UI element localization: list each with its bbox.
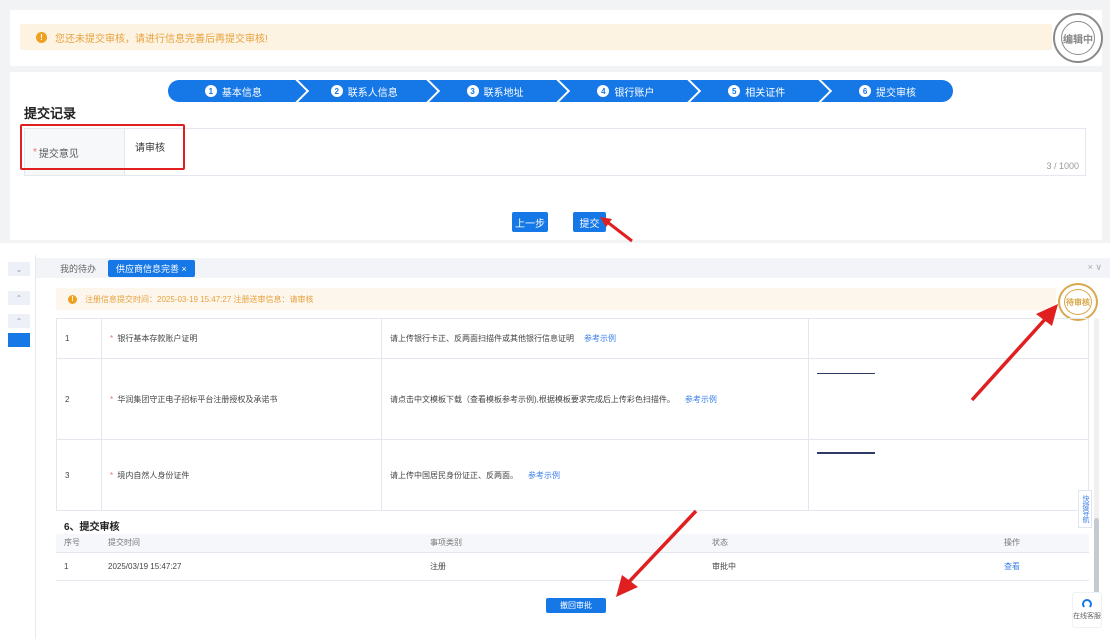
record-time: 2025/03/19 15:47:27: [100, 552, 422, 581]
table-row: 2 * 华润集团守正电子招标平台注册授权及承诺书 请点击中文模板下载（查看模板参…: [56, 358, 1089, 440]
document-name: * 银行基本存款账户证明: [101, 318, 382, 359]
upload-cell[interactable]: [808, 439, 1089, 511]
section-title: 提交记录: [24, 106, 77, 121]
step-contact-info[interactable]: 2 联系人信息: [298, 76, 440, 106]
table-row: 1 2025/03/19 15:47:27 注册 审批中 查看: [56, 552, 1089, 581]
withdraw-approval-button[interactable]: 撤回审批: [546, 598, 606, 613]
sidebar-up-icon[interactable]: ⌃: [8, 314, 30, 328]
document-name: * 境内自然人身份证件: [101, 439, 382, 511]
sidebar-collapse-icon[interactable]: ⌄: [8, 262, 30, 276]
screenshot-root: ! 您还未提交审核，请进行信息完善后再提交审核! 编辑中 1 基本信息 2 联系…: [0, 0, 1110, 639]
example-link[interactable]: 参考示例: [685, 395, 717, 404]
record-title: 6、提交审核: [64, 522, 120, 533]
quick-nav-button[interactable]: 快捷导航: [1078, 490, 1092, 528]
tab-supplier-info[interactable]: 供应商信息完善 ×: [108, 259, 195, 277]
step-label: 相关证件: [745, 87, 786, 99]
row-number: 2: [56, 358, 102, 440]
headset-icon: [1082, 599, 1092, 609]
stamp-inner: 待审核: [1064, 289, 1092, 315]
step-certificates[interactable]: 5 相关证件: [691, 76, 833, 106]
annotation-arrow-submit: [600, 217, 633, 243]
online-service-button[interactable]: 在线客服: [1072, 592, 1102, 628]
tab-my-todo[interactable]: 我的待办: [52, 260, 104, 277]
step-number: 2: [330, 85, 343, 97]
submission-info-text: 注册信息提交时间：2025-03-19 15:47:27 注册送审信息：请审核: [85, 294, 314, 304]
warning-icon: !: [68, 294, 77, 304]
step-label: 联系人信息: [347, 87, 398, 99]
view-link[interactable]: 查看: [996, 552, 1089, 581]
step-address[interactable]: 3 联系地址: [429, 76, 571, 106]
scrollbar[interactable]: [1094, 318, 1099, 618]
row-number: 3: [56, 439, 102, 511]
document-desc: 请点击中文模板下载（查看模板参考示例),根据模板要求完成后上传彩色扫描件。 参考示…: [381, 358, 809, 440]
step-number: 5: [728, 85, 741, 97]
annotation-arrow-withdraw: [616, 509, 698, 597]
document-desc: 请上传银行卡正、反两面扫描件或其他银行信息证明 参考示例: [381, 318, 809, 359]
step-number: 4: [597, 85, 610, 97]
row-number: 1: [56, 318, 102, 359]
step-bank-account[interactable]: 4 银行账户: [560, 76, 702, 106]
id-thumbnail: [817, 452, 875, 454]
window-controls[interactable]: × ∨: [1088, 262, 1102, 273]
stamp-inner: 编辑中: [1061, 21, 1095, 55]
warning-icon: !: [36, 31, 47, 43]
record-status: 审批中: [704, 552, 996, 581]
step-submit-review[interactable]: 6 提交审核: [822, 80, 953, 102]
step-label: 联系地址: [483, 87, 524, 99]
warning-bar: ! 您还未提交审核，请进行信息完善后再提交审核!: [20, 24, 1052, 50]
documents-table: 1 * 银行基本存款账户证明 请上传银行卡正、反两面扫描件或其他银行信息证明 参考…: [56, 318, 1089, 511]
step-progress: 1 基本信息 2 联系人信息 3 联系地址 4 银行账户 5 相关证件 6 提交…: [168, 76, 953, 106]
document-desc: 请上传中国居民身份证正、反两面。 参考示例: [381, 439, 809, 511]
step-number: 1: [204, 85, 217, 97]
records-table: 序号 提交时间 事项类别 状态 操作 1 2025/03/19 15:47:27…: [56, 534, 1089, 581]
sidebar: [0, 255, 36, 639]
char-counter: 3 / 1000: [1046, 161, 1079, 171]
step-label: 基本信息: [221, 87, 262, 99]
example-link[interactable]: 参考示例: [528, 471, 560, 480]
annotation-arrow-stamp: [970, 304, 1058, 402]
document-name: * 华润集团守正电子招标平台注册授权及承诺书: [101, 358, 382, 440]
table-row: 3 * 境内自然人身份证件 请上传中国居民身份证正、反两面。 参考示例: [56, 439, 1089, 511]
sidebar-active-item[interactable]: [8, 333, 30, 347]
remark-textarea[interactable]: 请审核 3 / 1000: [125, 129, 1085, 175]
warning-text: 您还未提交审核，请进行信息完善后再提交审核!: [55, 33, 268, 45]
annotation-highlight-box: [20, 124, 185, 170]
table-header-row: 序号 提交时间 事项类别 状态 操作: [56, 534, 1089, 553]
record-no: 1: [56, 552, 100, 581]
step-number: 3: [466, 85, 479, 97]
step-label: 银行账户: [614, 87, 655, 99]
col-header: 状态: [704, 534, 996, 553]
prev-step-button[interactable]: 上一步: [512, 212, 548, 232]
service-label: 在线客服: [1073, 613, 1101, 620]
col-header: 序号: [56, 534, 100, 553]
sidebar-up-icon[interactable]: ⌃: [8, 291, 30, 305]
submission-info-bar: ! 注册信息提交时间：2025-03-19 15:47:27 注册送审信息：请审…: [56, 288, 1056, 310]
step-basic-info[interactable]: 1 基本信息: [168, 76, 309, 106]
stamp-text: 编辑中: [1063, 34, 1093, 46]
signature-thumbnail: [817, 373, 875, 374]
editing-stamp: 编辑中: [1053, 13, 1103, 63]
step-label: 提交审核: [876, 87, 917, 99]
step-number: 6: [859, 85, 872, 97]
col-header: 操作: [996, 534, 1089, 553]
tab-bar: 我的待办 供应商信息完善 ×: [36, 258, 1110, 278]
table-row: 1 * 银行基本存款账户证明 请上传银行卡正、反两面扫描件或其他银行信息证明 参考…: [56, 318, 1089, 359]
stamp-text: 待审核: [1066, 297, 1090, 307]
example-link[interactable]: 参考示例: [584, 334, 616, 343]
col-header: 提交时间: [100, 534, 422, 553]
